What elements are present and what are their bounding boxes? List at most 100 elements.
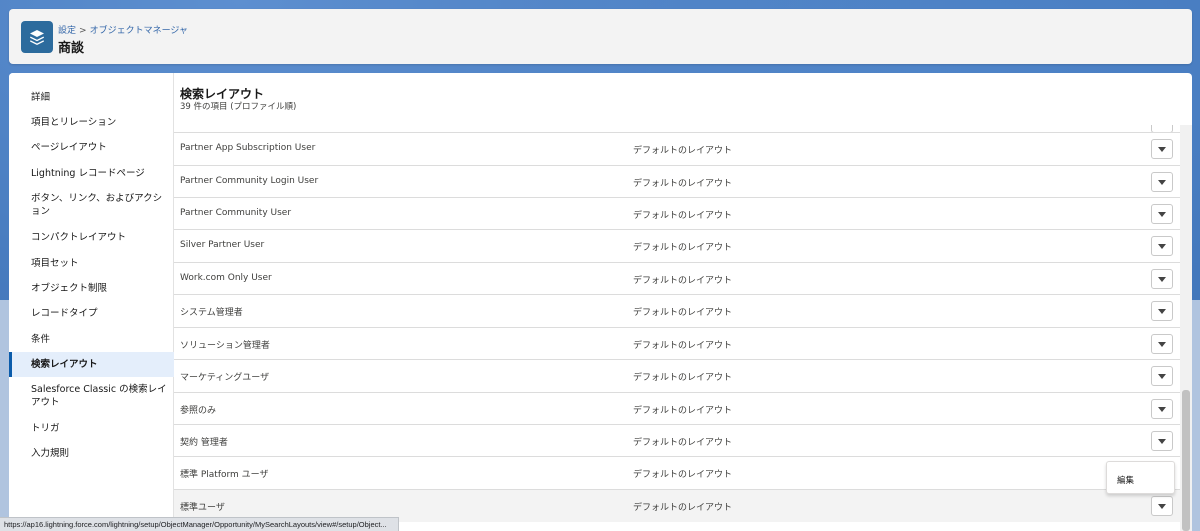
chevron-down-icon (1158, 276, 1166, 282)
layout-name: デフォルトのレイアウト (633, 406, 733, 416)
row-menu-button[interactable] (1151, 172, 1173, 192)
sidebar-item-buttons-links-actions[interactable]: ボタン、リンク、およびアクション (9, 191, 174, 219)
table-row: Partner App Subscription User デフォルトのレイアウ… (174, 132, 1180, 165)
table-row: Work.com Only User デフォルトのレイアウト (174, 262, 1180, 295)
layout-name: デフォルトのレイアウト (633, 276, 733, 286)
content-panel: 検索レイアウト 39 件の項目 (プロファイル順) Partner App Su… (174, 73, 1192, 531)
sidebar-item-label: レコードタイプ (31, 307, 98, 319)
sidebar-item-record-types[interactable]: レコードタイプ (9, 306, 174, 320)
chevron-down-icon (1158, 308, 1166, 314)
profile-name: 契約 管理者 (180, 438, 228, 448)
table-row: システム管理者 デフォルトのレイアウト (174, 294, 1180, 327)
row-menu-button[interactable] (1151, 236, 1173, 256)
table-row: ソリューション管理者 デフォルトのレイアウト (174, 327, 1180, 360)
sidebar-item-field-sets[interactable]: 項目セット (9, 256, 174, 270)
sidebar-item-label: コンパクトレイアウト (31, 231, 127, 243)
status-bar-url: https://ap16.lightning.force.com/lightni… (0, 517, 399, 531)
layout-name: デフォルトのレイアウト (633, 211, 733, 221)
chevron-down-icon (1158, 243, 1166, 249)
item-count: 39 件の項目 (プロファイル順) (180, 102, 297, 112)
chevron-down-icon (1158, 211, 1166, 217)
row-menu-button[interactable] (1151, 496, 1173, 516)
sidebar-item-label: ページレイアウト (31, 141, 107, 153)
chevron-down-icon (1158, 406, 1166, 412)
profile-name: マーケティングユーザ (180, 373, 270, 383)
layout-name: デフォルトのレイアウト (633, 308, 733, 318)
layout-name: デフォルトのレイアウト (633, 146, 733, 156)
row-menu-button[interactable] (1151, 366, 1173, 386)
layout-name: デフォルトのレイアウト (633, 179, 733, 189)
row-menu-button[interactable] (1151, 139, 1173, 159)
table-row: 参照のみ デフォルトのレイアウト (174, 392, 1180, 425)
row-menu-button[interactable] (1151, 204, 1173, 224)
profile-name: システム管理者 (180, 308, 243, 318)
sidebar-item-page-layouts[interactable]: ページレイアウト (9, 140, 174, 154)
sidebar-item-classic-search-layouts[interactable]: Salesforce Classic の検索レイアウト (9, 382, 174, 410)
chevron-down-icon (1158, 179, 1166, 185)
sidebar-item-lightning-record-pages[interactable]: Lightning レコードページ (9, 166, 174, 180)
chevron-down-icon (1158, 438, 1166, 444)
sidebar-item-label: 検索レイアウト (31, 359, 98, 370)
sidebar-item-label: 入力規則 (31, 447, 70, 459)
profile-name: Partner App Subscription User (180, 143, 316, 153)
sidebar-item-label: 詳細 (31, 91, 51, 103)
sidebar-item-details[interactable]: 詳細 (9, 90, 174, 104)
table-row: 契約 管理者 デフォルトのレイアウト (174, 424, 1180, 457)
sidebar-item-object-limits[interactable]: オブジェクト制限 (9, 281, 174, 295)
row-menu-button[interactable] (1151, 269, 1173, 289)
sidebar-item-validation-rules[interactable]: 入力規則 (9, 446, 174, 460)
sidebar-item-search-layouts[interactable]: 検索レイアウト (9, 352, 174, 377)
breadcrumb-object-manager-link[interactable]: オブジェクトマネージャ (90, 26, 188, 36)
sidebar-item-label: 項目セット (31, 257, 79, 269)
page-title: 商談 (58, 41, 85, 56)
chevron-down-icon (1158, 341, 1166, 347)
profile-name: Partner Community User (180, 208, 292, 218)
layouts-table: Partner App Subscription User デフォルトのレイアウ… (174, 125, 1180, 531)
breadcrumb-setup-link[interactable]: 設定 (58, 26, 76, 36)
table-row: Silver Partner User デフォルトのレイアウト (174, 229, 1180, 262)
menu-item-edit[interactable]: 編集 (1117, 474, 1134, 486)
sidebar-item-fields-relationships[interactable]: 項目とリレーション (9, 115, 174, 129)
layout-name: デフォルトのレイアウト (633, 341, 733, 351)
layers-icon (21, 21, 53, 53)
sidebar-item-triggers[interactable]: トリガ (9, 421, 174, 435)
sidebar-item-compact-layouts[interactable]: コンパクトレイアウト (9, 230, 174, 244)
profile-name: 標準 Platform ユーザ (180, 470, 269, 480)
vertical-scrollbar[interactable] (1180, 125, 1192, 531)
row-menu-button[interactable] (1151, 399, 1173, 419)
chevron-down-icon (1158, 146, 1166, 152)
row-action-menu: 編集 (1106, 461, 1175, 494)
sidebar-item-label: Lightning レコードページ (31, 167, 145, 179)
breadcrumb-separator: > (79, 26, 87, 36)
layout-name: デフォルトのレイアウト (633, 243, 733, 253)
chevron-down-icon (1158, 373, 1166, 379)
main-card: 詳細 項目とリレーション ページレイアウト Lightning レコードページ … (9, 73, 1192, 531)
sidebar-item-label: ボタン、リンク、およびアクション (31, 193, 163, 217)
breadcrumb: 設定 > オブジェクトマネージャ (58, 23, 188, 36)
table-row: 標準 Platform ユーザ デフォルトのレイアウト (174, 456, 1180, 489)
profile-name: ソリューション管理者 (180, 341, 270, 351)
sidebar-item-label: Salesforce Classic の検索レイアウト (31, 384, 167, 408)
table-row: Partner Community User デフォルトのレイアウト (174, 197, 1180, 230)
layout-name: デフォルトのレイアウト (633, 503, 733, 513)
row-menu-button[interactable] (1151, 301, 1173, 321)
sidebar-item-label: 条件 (31, 333, 51, 345)
page-header: 設定 > オブジェクトマネージャ 商談 (9, 9, 1192, 64)
profile-name: Silver Partner User (180, 240, 265, 250)
table-row: マーケティングユーザ デフォルトのレイアウト (174, 359, 1180, 392)
profile-name: Work.com Only User (180, 273, 272, 283)
layout-name: デフォルトのレイアウト (633, 373, 733, 383)
layout-name: デフォルトのレイアウト (633, 470, 733, 480)
sidebar-item-conditions[interactable]: 条件 (9, 332, 174, 346)
profile-name: Partner Community Login User (180, 176, 319, 186)
sidebar-nav: 詳細 項目とリレーション ページレイアウト Lightning レコードページ … (9, 73, 174, 531)
layout-name: デフォルトのレイアウト (633, 438, 733, 448)
sidebar-item-label: トリガ (31, 422, 60, 434)
row-menu-button[interactable] (1151, 431, 1173, 451)
sidebar-item-label: 項目とリレーション (31, 116, 117, 128)
row-menu-button[interactable] (1151, 334, 1173, 354)
profile-name: 参照のみ (180, 406, 217, 416)
chevron-down-icon (1158, 503, 1166, 509)
scrollbar-thumb[interactable] (1182, 390, 1190, 531)
table-row: Partner Community Login User デフォルトのレイアウト (174, 165, 1180, 198)
